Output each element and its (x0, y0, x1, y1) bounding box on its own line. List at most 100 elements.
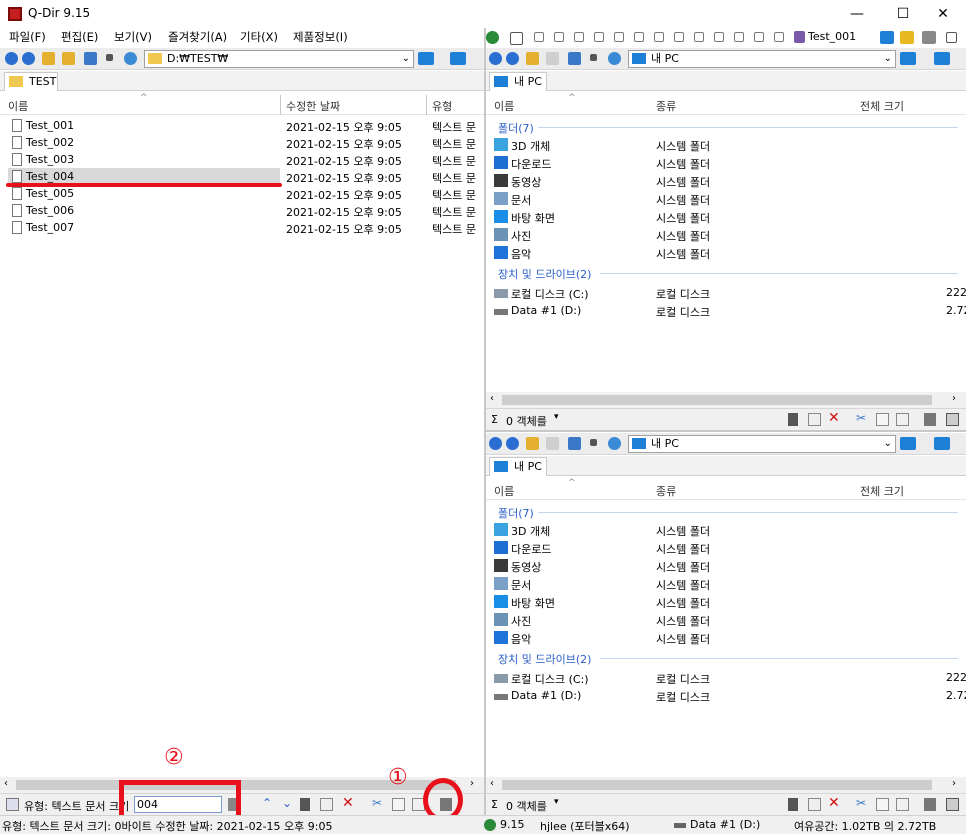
object-count[interactable]: 0 객체를 (506, 413, 547, 429)
tab-name-label[interactable]: Test_001 (808, 30, 856, 43)
list-item[interactable]: 문서 시스템 폴더 (494, 190, 954, 208)
col-divider[interactable] (426, 95, 427, 115)
menu-view[interactable]: 보기(V) (114, 29, 152, 45)
layout-13-icon[interactable] (774, 32, 784, 42)
up-folder-icon[interactable] (42, 52, 55, 65)
desktop-icon[interactable] (450, 52, 466, 65)
list-item[interactable]: 로컬 디스크 (C:) 로컬 디스크 222 (494, 284, 966, 302)
copy-icon[interactable] (876, 413, 889, 426)
list-item[interactable]: 음악 시스템 폴더 (494, 629, 954, 647)
layout-11-icon[interactable] (734, 32, 744, 42)
layout-6-icon[interactable] (634, 32, 644, 42)
menu-extras[interactable]: 기타(X) (240, 29, 278, 45)
left-horizontal-scrollbar[interactable]: ‹ › (0, 777, 484, 793)
object-count[interactable]: 0 객체를 (506, 798, 547, 814)
grid-layout-icon[interactable] (510, 32, 523, 45)
down-arrow-icon[interactable]: ⌄ (282, 796, 292, 810)
copy-icon[interactable] (876, 798, 889, 811)
scroll-thumb[interactable] (502, 395, 932, 405)
layout-7-icon[interactable] (654, 32, 664, 42)
globe-icon[interactable] (486, 31, 499, 44)
file-row[interactable]: Test_003 2021-02-15 오후 9:05 텍스트 문 (0, 151, 476, 168)
group-folders[interactable]: 폴더(7) (498, 505, 534, 521)
list-item[interactable]: 3D 개체 시스템 폴더 (494, 521, 954, 539)
layout-1-icon[interactable] (534, 32, 544, 42)
menu-edit[interactable]: 편집(E) (61, 29, 98, 45)
file-row[interactable]: Test_005 2021-02-15 오후 9:05 텍스트 문 (0, 185, 476, 202)
dropdown-icon[interactable]: ▾ (554, 797, 559, 807)
right-bottom-horizontal-scrollbar[interactable]: ‹ › (486, 777, 966, 793)
layout-2-icon[interactable] (554, 32, 564, 42)
file-row[interactable]: Test_007 2021-02-15 오후 9:05 텍스트 문 (0, 219, 476, 236)
chevron-down-icon[interactable] (590, 54, 597, 61)
group-drives[interactable]: 장치 및 드라이브(2) (498, 266, 591, 282)
col-total-size[interactable]: 전체 크기 (860, 98, 904, 114)
list-item[interactable]: 3D 개체 시스템 폴더 (494, 136, 954, 154)
delete-icon[interactable]: ✕ (342, 795, 354, 811)
scroll-left-icon[interactable]: ‹ (490, 393, 494, 404)
list-item[interactable]: Data #1 (D:) 로컬 디스크 2.72 (494, 302, 966, 320)
cut-icon[interactable]: ✂ (856, 796, 866, 810)
layout-9-icon[interactable] (694, 32, 704, 42)
delete-icon[interactable]: ✕ (828, 795, 840, 811)
col-name[interactable]: 이름 (494, 98, 514, 114)
refresh-icon[interactable] (608, 437, 621, 450)
list-item[interactable]: 사진 시스템 폴더 (494, 226, 954, 244)
menu-favorites[interactable]: 즐겨찾기(A) (168, 29, 227, 45)
lightning-icon[interactable] (300, 798, 310, 811)
window-icon[interactable] (946, 798, 959, 811)
col-kind[interactable]: 종류 (656, 483, 676, 499)
rename-pen-icon[interactable] (924, 798, 936, 811)
layout-5-icon[interactable] (614, 32, 624, 42)
layout-10-icon[interactable] (714, 32, 724, 42)
address-dropdown-icon[interactable]: ⌄ (884, 436, 892, 452)
list-item[interactable]: 동영상 시스템 폴더 (494, 172, 954, 190)
col-type[interactable]: 유형 (432, 98, 452, 114)
back-icon[interactable] (5, 52, 18, 65)
monitor-icon[interactable] (900, 437, 916, 450)
mail-icon[interactable] (808, 798, 821, 811)
scroll-right-icon[interactable]: › (952, 393, 956, 404)
col-name[interactable]: 이름 (8, 98, 28, 114)
scroll-right-icon[interactable]: › (470, 778, 474, 789)
window-icon[interactable] (946, 413, 959, 426)
refresh-icon[interactable] (124, 52, 137, 65)
cut-icon[interactable]: ✂ (856, 411, 866, 425)
paste-icon[interactable] (896, 798, 909, 811)
back-icon[interactable] (489, 437, 502, 450)
minimize-button[interactable]: — (834, 0, 880, 28)
up-folder-icon[interactable] (526, 52, 539, 65)
forward-icon[interactable] (22, 52, 35, 65)
col-total-size[interactable]: 전체 크기 (860, 483, 904, 499)
list-item[interactable]: 바탕 화면 시스템 폴더 (494, 208, 954, 226)
desktop-icon[interactable] (934, 52, 950, 65)
window-icon[interactable] (946, 32, 957, 43)
scroll-left-icon[interactable]: ‹ (490, 778, 494, 789)
chevron-down-icon[interactable] (590, 439, 597, 446)
file-row[interactable]: Test_001 2021-02-15 오후 9:05 텍스트 문 (0, 117, 476, 134)
view-icon[interactable] (568, 437, 581, 450)
lightning-icon[interactable] (788, 413, 798, 426)
list-item[interactable]: Data #1 (D:) 로컬 디스크 2.72 (494, 687, 966, 705)
view-icon[interactable] (84, 52, 97, 65)
list-item[interactable]: 바탕 화면 시스템 폴더 (494, 593, 954, 611)
new-folder-icon[interactable] (546, 52, 559, 65)
back-icon[interactable] (489, 52, 502, 65)
col-divider[interactable] (280, 95, 281, 115)
cut-icon[interactable]: ✂ (372, 796, 382, 810)
menu-file[interactable]: 파일(F) (9, 29, 46, 45)
menu-info[interactable]: 제품정보(I) (293, 29, 348, 45)
horizontal-splitter[interactable] (486, 430, 966, 432)
col-kind[interactable]: 종류 (656, 98, 676, 114)
forward-icon[interactable] (506, 437, 519, 450)
chevron-down-icon[interactable] (106, 54, 113, 61)
new-folder-icon[interactable] (62, 52, 75, 65)
list-item[interactable]: 문서 시스템 폴더 (494, 575, 954, 593)
address-dropdown-icon[interactable]: ⌄ (884, 51, 892, 67)
tab-test[interactable]: TEST (4, 72, 58, 91)
close-button[interactable]: ✕ (920, 0, 966, 28)
desktop-icon[interactable] (934, 437, 950, 450)
copy-icon[interactable] (392, 798, 405, 811)
mail-icon[interactable] (320, 798, 333, 811)
up-arrow-icon[interactable]: ⌃ (262, 796, 272, 810)
